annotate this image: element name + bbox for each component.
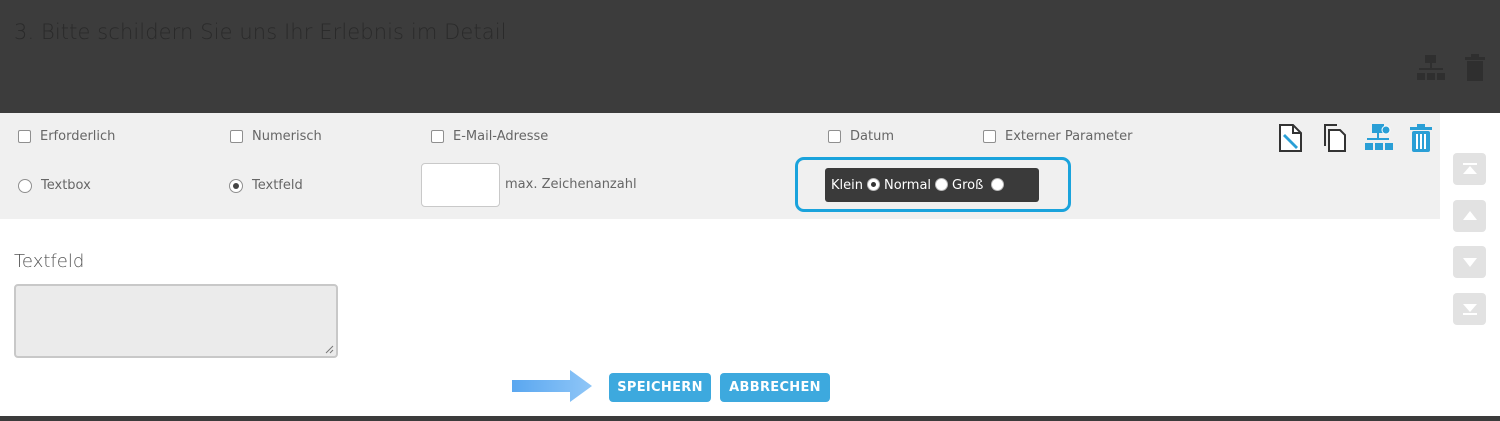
size-large-radio[interactable] <box>991 177 1005 191</box>
max-chars-label: max. Zeichenanzahl <box>505 177 637 192</box>
textfield-radio[interactable] <box>229 178 243 193</box>
required-option[interactable]: Erforderlich <box>18 129 115 144</box>
move-top-button[interactable] <box>1453 153 1486 185</box>
move-up-button[interactable] <box>1453 200 1486 232</box>
copy-icon[interactable] <box>1320 122 1350 154</box>
numeric-option[interactable]: Numerisch <box>230 129 322 144</box>
save-button[interactable]: SPEICHERN <box>609 373 711 402</box>
resize-grip-icon[interactable] <box>324 344 334 354</box>
preview-field-label: Textfeld <box>14 251 85 272</box>
size-large-label: Groß <box>952 177 984 193</box>
size-normal-label: Normal <box>884 177 932 193</box>
size-normal-radio[interactable] <box>935 177 949 191</box>
date-label: Datum <box>850 129 894 144</box>
options-bar <box>0 113 1440 219</box>
textfield-option[interactable]: Textfeld <box>229 178 303 193</box>
email-checkbox[interactable] <box>431 130 444 143</box>
question-title: 3. Bitte schildern Sie uns Ihr Erlebnis … <box>14 20 507 44</box>
max-chars-input[interactable] <box>421 163 500 207</box>
external-param-label: Externer Parameter <box>1005 129 1133 144</box>
required-checkbox[interactable] <box>18 130 31 143</box>
edit-icon[interactable] <box>1276 122 1306 154</box>
logic-tree-icon <box>1417 55 1445 80</box>
cancel-button[interactable]: ABBRECHEN <box>720 373 830 402</box>
logic-tree-icon[interactable] <box>1364 122 1394 154</box>
move-bottom-button[interactable] <box>1453 293 1486 325</box>
preview-textarea[interactable] <box>14 284 338 358</box>
date-checkbox[interactable] <box>828 130 841 143</box>
textbox-label: Textbox <box>41 178 91 193</box>
move-down-icon <box>1462 258 1477 267</box>
textbox-radio[interactable] <box>18 178 32 193</box>
bottom-edge <box>0 416 1500 421</box>
move-up-icon <box>1462 211 1477 220</box>
trash-icon <box>1465 54 1485 81</box>
move-top-icon <box>1462 163 1477 174</box>
trash-icon[interactable] <box>1406 122 1436 154</box>
move-down-button[interactable] <box>1453 246 1486 278</box>
size-selector: Klein Normal Groß <box>825 168 1039 202</box>
email-label: E-Mail-Adresse <box>453 129 549 144</box>
size-small-radio[interactable] <box>867 177 880 191</box>
textbox-option[interactable]: Textbox <box>18 178 91 193</box>
move-bottom-icon <box>1462 304 1477 315</box>
numeric-checkbox[interactable] <box>230 130 243 143</box>
email-option[interactable]: E-Mail-Adresse <box>431 129 548 144</box>
external-param-option[interactable]: Externer Parameter <box>983 129 1132 144</box>
textfield-label: Textfeld <box>252 178 303 193</box>
size-small-label: Klein <box>831 177 863 193</box>
arrow-right-icon <box>512 370 592 402</box>
date-option[interactable]: Datum <box>828 129 894 144</box>
external-param-checkbox[interactable] <box>983 130 996 143</box>
required-label: Erforderlich <box>40 129 116 144</box>
question-header <box>0 0 1500 113</box>
numeric-label: Numerisch <box>252 129 322 144</box>
